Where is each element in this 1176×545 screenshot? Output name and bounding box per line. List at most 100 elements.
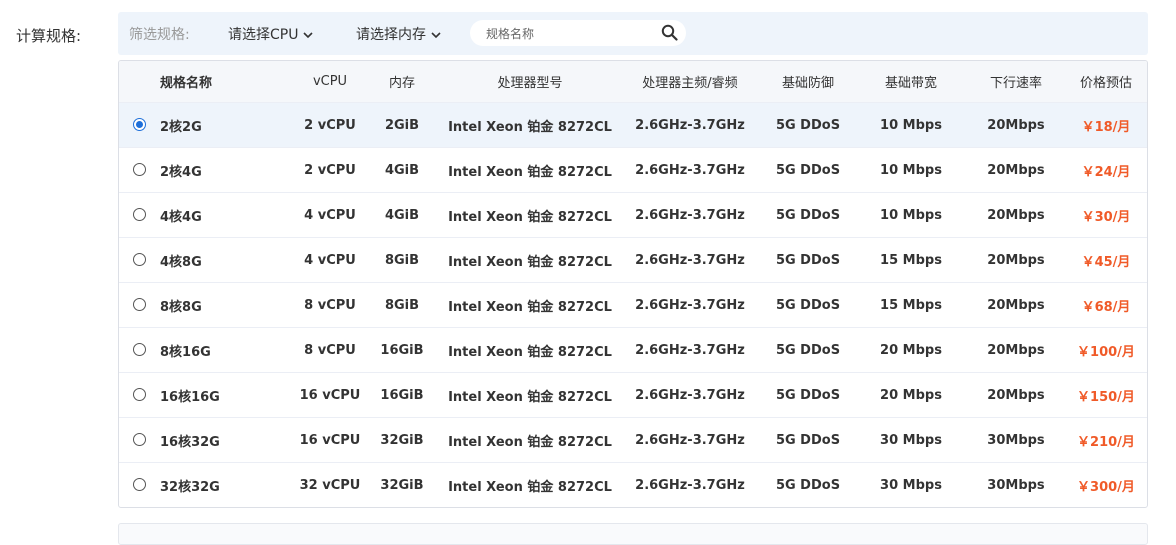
table-row[interactable]: 16核32G 16 vCPU 32GiB Intel Xeon 铂金 8272CL 2.…: [119, 417, 1147, 462]
row-radio[interactable]: [133, 433, 146, 446]
header-cpu-freq: 处理器主频/睿频: [642, 76, 738, 91]
row-radio[interactable]: [133, 118, 146, 131]
cell-memory: 2GiB: [384, 117, 420, 133]
cell-cpu-freq: 2.6GHz-3.7GHz: [635, 432, 745, 448]
cell-cpu-freq: 2.6GHz-3.7GHz: [635, 207, 745, 223]
cell-bandwidth: 10 Mbps: [880, 207, 942, 223]
cell-downlink: 20Mbps: [987, 297, 1045, 313]
cell-memory: 4GiB: [384, 162, 420, 178]
cell-defense: 5G DDoS: [775, 117, 841, 133]
cell-defense: 5G DDoS: [775, 252, 841, 268]
header-memory: 内存: [388, 76, 415, 91]
cell-cpu-model: Intel Xeon 铂金 8272CL: [448, 119, 612, 135]
form-label: 计算规格:: [16, 27, 82, 45]
cell-spec-name: 8核16G: [160, 344, 211, 360]
cell-defense: 5G DDoS: [775, 207, 841, 223]
cell-memory: 4GiB: [384, 207, 420, 223]
cell-bandwidth: 15 Mbps: [880, 297, 942, 313]
cell-defense: 5G DDoS: [775, 162, 841, 178]
spec-table: 规格名称 vCPU 内存 处理器型号 处理器主频/睿频 基础防御 基础带宽 下行…: [118, 60, 1148, 508]
cell-downlink: 20Mbps: [987, 252, 1045, 268]
cell-spec-name: 16核16G: [160, 389, 220, 405]
row-radio[interactable]: [133, 298, 146, 311]
cell-defense: 5G DDoS: [775, 387, 841, 403]
cell-cpu-model: Intel Xeon 铂金 8272CL: [448, 434, 612, 450]
cell-spec-name: 8核8G: [160, 299, 202, 315]
cell-bandwidth: 10 Mbps: [880, 117, 942, 133]
filter-bar: 筛选规格: 请选择CPU 请选择内存: [118, 12, 1148, 55]
cell-cpu-model: Intel Xeon 铂金 8272CL: [448, 389, 612, 405]
cell-defense: 5G DDoS: [775, 342, 841, 358]
search-input[interactable]: [484, 24, 658, 44]
cell-memory: 8GiB: [384, 252, 420, 268]
cell-downlink: 20Mbps: [987, 162, 1045, 178]
cell-price: ￥68/月: [1081, 299, 1131, 315]
table-row[interactable]: 4核4G 4 vCPU 4GiB Intel Xeon 铂金 8272CL 2.6GHz…: [119, 192, 1147, 237]
cell-memory: 32GiB: [380, 477, 424, 493]
cell-cpu-freq: 2.6GHz-3.7GHz: [635, 342, 745, 358]
header-spec-name: 规格名称: [160, 76, 213, 91]
header-defense: 基础防御: [781, 76, 834, 91]
cell-cpu-model: Intel Xeon 铂金 8272CL: [448, 299, 612, 315]
chevron-down-icon: [431, 32, 441, 39]
row-radio[interactable]: [133, 478, 146, 491]
memory-select-label: 请选择内存: [356, 27, 426, 43]
cell-price: ￥24/月: [1081, 164, 1131, 180]
cell-price: ￥18/月: [1081, 119, 1131, 135]
cell-memory: 16GiB: [380, 387, 424, 403]
cpu-select[interactable]: 请选择CPU: [228, 24, 314, 44]
header-bandwidth: 基础带宽: [884, 76, 937, 91]
filter-label: 筛选规格:: [129, 27, 190, 43]
row-radio[interactable]: [133, 208, 146, 221]
cell-bandwidth: 30 Mbps: [880, 477, 942, 493]
cell-spec-name: 16核32G: [160, 434, 220, 450]
row-radio[interactable]: [133, 163, 146, 176]
row-radio[interactable]: [133, 253, 146, 266]
table-row[interactable]: 8核16G 8 vCPU 16GiB Intel Xeon 铂金 8272CL 2.6G…: [119, 327, 1147, 372]
cell-cpu-freq: 2.6GHz-3.7GHz: [635, 252, 745, 268]
cell-cpu-model: Intel Xeon 铂金 8272CL: [448, 344, 612, 360]
cell-price: ￥30/月: [1081, 209, 1131, 225]
cell-spec-name: 4核4G: [160, 209, 202, 225]
cell-defense: 5G DDoS: [775, 477, 841, 493]
header-downlink: 下行速率: [989, 76, 1042, 91]
table-row[interactable]: 16核16G 16 vCPU 16GiB Intel Xeon 铂金 8272CL 2.…: [119, 372, 1147, 417]
table-row[interactable]: 8核8G 8 vCPU 8GiB Intel Xeon 铂金 8272CL 2.6GHz…: [119, 282, 1147, 327]
search-box: [470, 20, 686, 46]
cell-bandwidth: 10 Mbps: [880, 162, 942, 178]
row-radio[interactable]: [133, 343, 146, 356]
cell-cpu-model: Intel Xeon 铂金 8272CL: [448, 479, 612, 495]
cell-price: ￥150/月: [1077, 389, 1135, 405]
header-price: 价格预估: [1079, 76, 1132, 91]
cell-spec-name: 2核4G: [160, 164, 202, 180]
cell-cpu-freq: 2.6GHz-3.7GHz: [635, 117, 745, 133]
next-section-bar: [118, 523, 1148, 545]
cell-bandwidth: 15 Mbps: [880, 252, 942, 268]
cell-cpu-model: Intel Xeon 铂金 8272CL: [448, 164, 612, 180]
search-icon[interactable]: [661, 24, 678, 41]
cell-price: ￥45/月: [1081, 254, 1131, 270]
cell-bandwidth: 20 Mbps: [880, 387, 942, 403]
cell-downlink: 30Mbps: [987, 432, 1045, 448]
header-cpu-model: 处理器型号: [497, 76, 563, 91]
cell-downlink: 20Mbps: [987, 387, 1045, 403]
cell-memory: 8GiB: [384, 297, 420, 313]
cell-cpu-freq: 2.6GHz-3.7GHz: [635, 387, 745, 403]
cell-price: ￥100/月: [1077, 344, 1135, 360]
row-radio[interactable]: [133, 388, 146, 401]
table-row[interactable]: 2核4G 2 vCPU 4GiB Intel Xeon 铂金 8272CL 2.6GHz…: [119, 147, 1147, 192]
cell-cpu-model: Intel Xeon 铂金 8272CL: [448, 254, 612, 270]
table-row[interactable]: 32核32G 32 vCPU 32GiB Intel Xeon 铂金 8272CL 2.…: [119, 462, 1147, 507]
table-row[interactable]: 2核2G 2 vCPU 2GiB Intel Xeon 铂金 8272CL 2.6GHz…: [119, 102, 1147, 147]
memory-select[interactable]: 请选择内存: [356, 24, 442, 44]
table-row[interactable]: 4核8G 4 vCPU 8GiB Intel Xeon 铂金 8272CL 2.6GHz…: [119, 237, 1147, 282]
cell-memory: 32GiB: [380, 432, 424, 448]
cell-cpu-freq: 2.6GHz-3.7GHz: [635, 162, 745, 178]
cell-downlink: 20Mbps: [987, 342, 1045, 358]
cell-downlink: 20Mbps: [987, 207, 1045, 223]
table-header: 规格名称 vCPU 内存 处理器型号 处理器主频/睿频 基础防御 基础带宽 下行…: [119, 61, 1147, 102]
cell-downlink: 30Mbps: [987, 477, 1045, 493]
cell-spec-name: 32核32G: [160, 479, 220, 495]
cell-spec-name: 4核8G: [160, 254, 202, 270]
cell-downlink: 20Mbps: [987, 117, 1045, 133]
